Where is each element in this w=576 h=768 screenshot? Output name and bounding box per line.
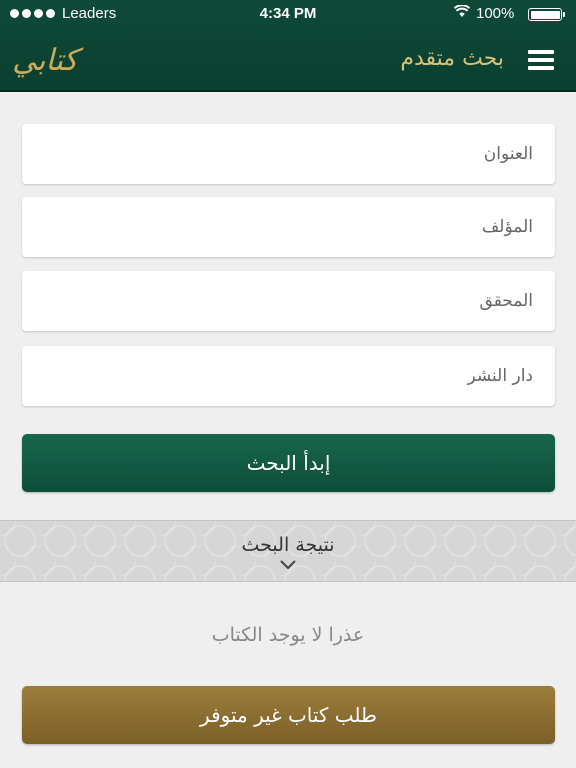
app-logo: كتابي [12,43,78,78]
status-bar: Leaders 4:34 PM 100% [0,0,576,28]
request-book-button[interactable]: طلب كتاب غير متوفر [22,686,555,744]
author-input[interactable] [22,197,555,257]
title-input[interactable] [22,124,555,184]
hamburger-menu-icon[interactable] [528,50,554,70]
publisher-input[interactable] [22,346,555,406]
page-title: بحث متقدم [400,46,504,71]
chevron-down-icon[interactable] [280,560,296,570]
search-result-label: نتيجة البحث [241,534,335,556]
no-results-message: عذرا لا يوجد الكتاب [211,624,365,646]
battery-percentage: 100% [476,5,515,22]
start-search-button[interactable]: إبدأ البحث [22,434,555,492]
editor-input[interactable] [22,271,555,331]
wifi-icon [453,4,471,21]
battery-icon [528,8,565,21]
